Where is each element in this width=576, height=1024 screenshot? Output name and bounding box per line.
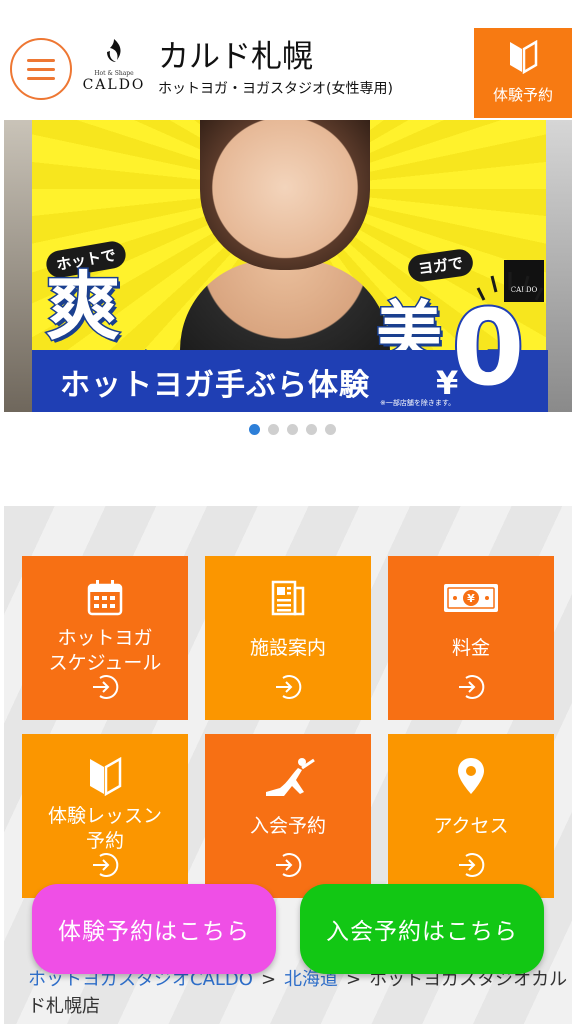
arrow-circle-icon	[459, 675, 485, 699]
menu-line	[27, 58, 55, 62]
site-title[interactable]: カルド札幌	[158, 42, 313, 73]
money-icon: ¥	[444, 584, 498, 612]
tile-schedule[interactable]: ホットヨガ スケジュール	[22, 556, 188, 720]
logo-wordmark: CALDO	[82, 77, 146, 93]
menu-line	[27, 67, 55, 71]
tile-label: 入会予約	[205, 814, 371, 839]
svg-text:¥: ¥	[467, 592, 475, 605]
document-icon	[271, 580, 305, 616]
hero-banner-text: ホットヨガ手ぶら体験	[60, 368, 370, 403]
tile-label: アクセス	[388, 814, 554, 839]
tile-label: 料金	[388, 636, 554, 661]
caldo-logo[interactable]: Hot & Shape CALDO	[78, 38, 150, 100]
yoga-pose-icon	[266, 758, 315, 796]
carousel-dot-5[interactable]	[324, 424, 336, 435]
beginner-mark-icon	[90, 756, 122, 796]
header-trial-booking-button[interactable]: 体験予約	[474, 28, 572, 118]
hero-carousel-slide[interactable]: ホットで ヨガで CALDO 爽 汗 美 人 ホットヨガ手ぶら体験 ¥ ※一部店…	[4, 120, 572, 412]
tile-label-line-1: 入会予約	[249, 815, 326, 837]
tile-label-line-1: 施設案内	[249, 637, 326, 659]
tile-icon-wrap	[22, 578, 188, 618]
carousel-dot-3[interactable]	[286, 424, 298, 435]
tile-label: 施設案内	[205, 636, 371, 661]
tile-icon-wrap	[388, 756, 554, 796]
hero-footnote: ※一部店舗を除きます。	[380, 399, 456, 407]
tile-label-line-1: 体験レッスン	[47, 805, 162, 827]
arrow-circle-icon	[276, 853, 302, 877]
header-trial-label: 体験予約	[492, 86, 553, 104]
tile-membership[interactable]: 入会予約	[205, 734, 371, 898]
tile-trial-lesson[interactable]: 体験レッスン 予約	[22, 734, 188, 898]
arrow-circle-icon	[93, 853, 119, 877]
breadcrumb: ホットヨガスタジオCALDO > 北海道 > ホットヨガスタジオカルド札幌店	[28, 966, 568, 1020]
hero-word-1: 爽	[45, 264, 122, 350]
membership-booking-cta-button[interactable]: 入会予約はこちら	[300, 884, 544, 974]
carousel-pagination	[0, 424, 576, 435]
calendar-icon	[87, 580, 123, 616]
arrow-circle-icon	[276, 675, 302, 699]
carousel-dot-4[interactable]	[305, 424, 317, 435]
site-header: Hot & Shape CALDO カルド札幌 ホットヨガ・ヨガスタジオ(女性専…	[0, 0, 576, 118]
logo-tagline: Hot & Shape	[94, 70, 134, 77]
map-pin-icon	[458, 758, 484, 794]
tile-icon-wrap	[22, 756, 188, 796]
site-subtitle: ホットヨガ・ヨガスタジオ(女性専用)	[158, 81, 393, 97]
tile-icon-wrap	[205, 756, 371, 796]
tile-pricing[interactable]: ¥ 料金	[388, 556, 554, 720]
arrow-circle-icon	[459, 853, 485, 877]
tile-label-line-1: アクセス	[433, 815, 509, 837]
hero-price-zero: 0	[450, 287, 526, 409]
arrow-circle-icon	[93, 675, 119, 699]
studio-photo-left	[4, 120, 32, 412]
flame-logo-icon	[107, 39, 121, 62]
tile-icon-wrap: ¥	[388, 578, 554, 618]
tile-label-line-1: ホットヨガ	[57, 627, 153, 649]
tile-facilities[interactable]: 施設案内	[205, 556, 371, 720]
studio-photo-right	[546, 120, 572, 412]
tile-label-line-1: 料金	[451, 637, 490, 659]
hamburger-menu-button[interactable]	[10, 38, 72, 100]
carousel-dot-1[interactable]	[248, 424, 260, 435]
beginner-mark-icon	[510, 39, 538, 75]
menu-line	[27, 76, 55, 80]
tile-label: ホットヨガ スケジュール	[22, 626, 188, 675]
trial-booking-cta-button[interactable]: 体験予約はこちら	[32, 884, 276, 974]
model-face-image	[200, 120, 370, 270]
tile-icon-wrap	[205, 578, 371, 618]
tile-label: 体験レッスン 予約	[22, 804, 188, 853]
carousel-dot-2[interactable]	[267, 424, 279, 435]
tile-access[interactable]: アクセス	[388, 734, 554, 898]
